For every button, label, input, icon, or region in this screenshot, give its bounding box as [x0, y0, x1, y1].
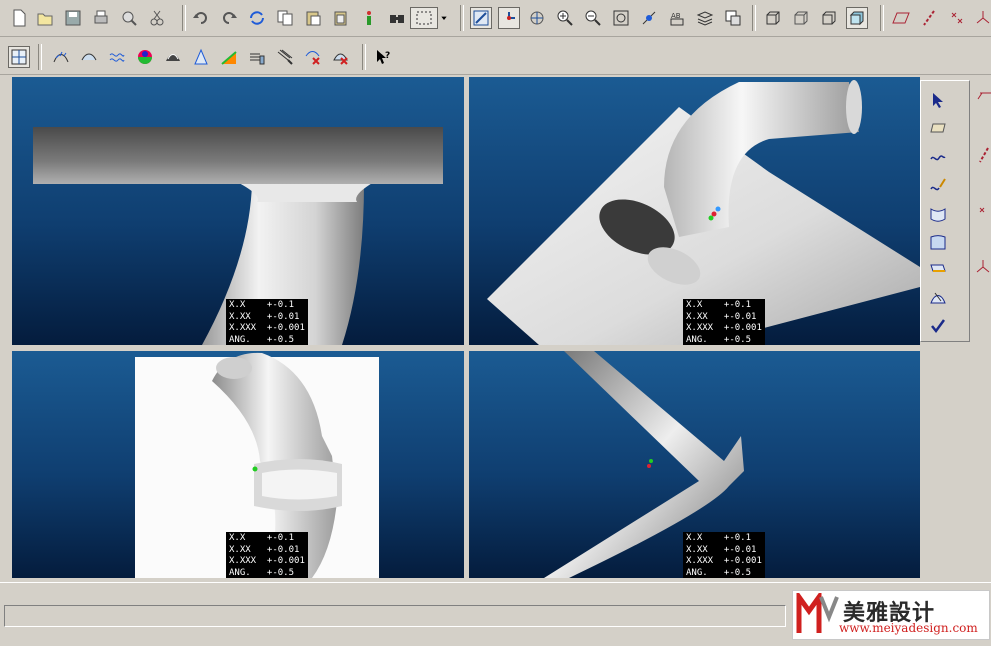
tolerance-line: ANG. +-0.5 — [686, 568, 752, 578]
toolbar-separator — [182, 5, 186, 31]
offset-analysis-icon[interactable] — [246, 46, 268, 68]
tolerance-line: X.X +-0.1 — [229, 533, 295, 543]
curvature-icon[interactable] — [106, 46, 128, 68]
chevron-down-icon[interactable] — [438, 7, 450, 29]
layers-icon[interactable] — [694, 7, 716, 29]
tolerance-line: ANG. +-0.5 — [686, 335, 752, 345]
regenerate-icon[interactable] — [246, 7, 268, 29]
viewport-front[interactable]: X.X +-0.1 X.XX +-0.01 X.XXX +-0.001 ANG. +-… — [12, 77, 464, 345]
no-hidden-icon[interactable] — [818, 7, 840, 29]
tolerance-block: X.X +-0.1 X.XX +-0.01 X.XXX +-0.001 ANG. +-… — [683, 532, 765, 578]
orient-icon[interactable] — [526, 7, 548, 29]
slope-analysis-icon[interactable] — [218, 46, 240, 68]
surface-analysis-icon[interactable] — [78, 46, 100, 68]
toolbar-separator — [38, 44, 42, 70]
tolerance-line: X.XXX +-0.001 — [229, 323, 305, 334]
zoom-out-icon[interactable] — [582, 7, 604, 29]
repaint-icon[interactable] — [470, 7, 492, 29]
wireframe-icon[interactable] — [762, 7, 784, 29]
coordinate-system-icon[interactable] — [972, 7, 991, 29]
sketcher-grid-icon[interactable] — [8, 46, 30, 68]
tolerance-line: X.XXX +-0.001 — [229, 556, 305, 567]
datum-axis-icon[interactable] — [972, 144, 991, 166]
tolerance-line: X.XX +-0.01 — [686, 544, 757, 555]
spin-center-icon[interactable] — [498, 7, 520, 29]
feature-palette — [920, 80, 970, 342]
refit-icon[interactable] — [610, 7, 632, 29]
tolerance-line: X.X +-0.1 — [229, 300, 295, 310]
select-box-icon[interactable] — [410, 7, 438, 29]
svg-text:?: ? — [385, 51, 390, 61]
model-tree-icon[interactable] — [722, 7, 744, 29]
tolerance-line: X.X +-0.1 — [686, 533, 752, 543]
toolbar-separator — [880, 5, 884, 31]
toolbar-separator — [362, 44, 366, 70]
message-area — [4, 605, 786, 627]
draft-analysis-icon[interactable] — [190, 46, 212, 68]
redo-icon[interactable] — [218, 7, 240, 29]
plane-sketch-icon[interactable] — [927, 117, 949, 139]
datum-plane-icon[interactable] — [972, 88, 991, 110]
print-icon[interactable] — [90, 7, 112, 29]
secondary-toolbar: ? — [0, 40, 991, 75]
tolerance-line: X.XX +-0.01 — [229, 544, 300, 555]
tolerance-line: ANG. +-0.5 — [229, 568, 295, 578]
curve-icon[interactable] — [927, 147, 949, 169]
deviation-icon[interactable] — [274, 46, 296, 68]
fill-surface-icon[interactable] — [927, 231, 949, 253]
done-check-icon[interactable] — [927, 315, 949, 337]
delete-analysis-icon[interactable] — [302, 46, 324, 68]
undo-icon[interactable] — [190, 7, 212, 29]
toolbar-separator — [460, 5, 464, 31]
tolerance-block: X.X +-0.1 X.XX +-0.01 X.XXX +-0.001 ANG. +-… — [226, 532, 308, 578]
tolerance-block: X.X +-0.1 X.XX +-0.01 X.XXX +-0.001 ANG. +-… — [226, 299, 308, 345]
new-file-icon[interactable] — [8, 7, 30, 29]
find-icon[interactable] — [386, 7, 408, 29]
datum-axis-icon[interactable] — [918, 7, 940, 29]
logo-mark — [796, 593, 839, 633]
reflection-icon[interactable] — [162, 46, 184, 68]
toolbar-separator — [752, 5, 756, 31]
cut-icon[interactable] — [146, 7, 168, 29]
info-icon[interactable] — [358, 7, 380, 29]
save-icon[interactable] — [62, 7, 84, 29]
context-help-icon[interactable]: ? — [372, 46, 394, 68]
copy-icon[interactable] — [274, 7, 296, 29]
tolerance-line: X.XXX +-0.001 — [686, 556, 762, 567]
coordinate-system-icon[interactable] — [972, 256, 991, 278]
connect-surface-icon[interactable] — [927, 259, 949, 281]
tolerance-line: ANG. +-0.5 — [229, 335, 295, 345]
curve-analysis-icon[interactable] — [50, 46, 72, 68]
select-arrow-icon[interactable] — [927, 89, 949, 111]
datum-plane-icon[interactable] — [890, 7, 912, 29]
main-toolbar: AB — [0, 0, 991, 37]
tolerance-block: X.X +-0.1 X.XX +-0.01 X.XXX +-0.001 ANG. +-… — [683, 299, 765, 345]
datum-point-icon[interactable] — [946, 7, 968, 29]
shaded-curvature-icon[interactable] — [134, 46, 156, 68]
logo-url: www.meiyadesign.com — [839, 621, 978, 635]
boundary-surface-icon[interactable] — [927, 203, 949, 225]
datum-point-icon[interactable] — [972, 200, 991, 222]
tolerance-line: X.X +-0.1 — [686, 300, 752, 310]
delete-all-analysis-icon[interactable] — [330, 46, 352, 68]
trim-surface-icon[interactable] — [927, 287, 949, 309]
tolerance-line: X.XX +-0.01 — [229, 311, 300, 322]
annotation-icon[interactable]: AB — [666, 7, 688, 29]
datum-icon[interactable] — [638, 7, 660, 29]
print-preview-icon[interactable] — [118, 7, 140, 29]
tolerance-line: X.XX +-0.01 — [686, 311, 757, 322]
shading-icon[interactable] — [846, 7, 868, 29]
viewport-side[interactable]: X.X +-0.1 X.XX +-0.01 X.XXX +-0.001 ANG. +-… — [12, 351, 464, 578]
paste-icon[interactable] — [302, 7, 324, 29]
datum-palette — [970, 80, 991, 320]
zoom-in-icon[interactable] — [554, 7, 576, 29]
watermark-logo: 美雅設计 www.meiyadesign.com — [792, 590, 990, 640]
paste-special-icon[interactable] — [330, 7, 352, 29]
tolerance-line: X.XXX +-0.001 — [686, 323, 762, 334]
viewport-top[interactable]: X.X +-0.1 X.XX +-0.01 X.XXX +-0.001 ANG. +-… — [469, 351, 920, 578]
sketch-curve-icon[interactable] — [927, 175, 949, 197]
open-file-icon[interactable] — [34, 7, 56, 29]
hidden-line-icon[interactable] — [790, 7, 812, 29]
viewport-isometric[interactable]: X.X +-0.1 X.XX +-0.01 X.XXX +-0.001 ANG. +-… — [469, 77, 920, 345]
